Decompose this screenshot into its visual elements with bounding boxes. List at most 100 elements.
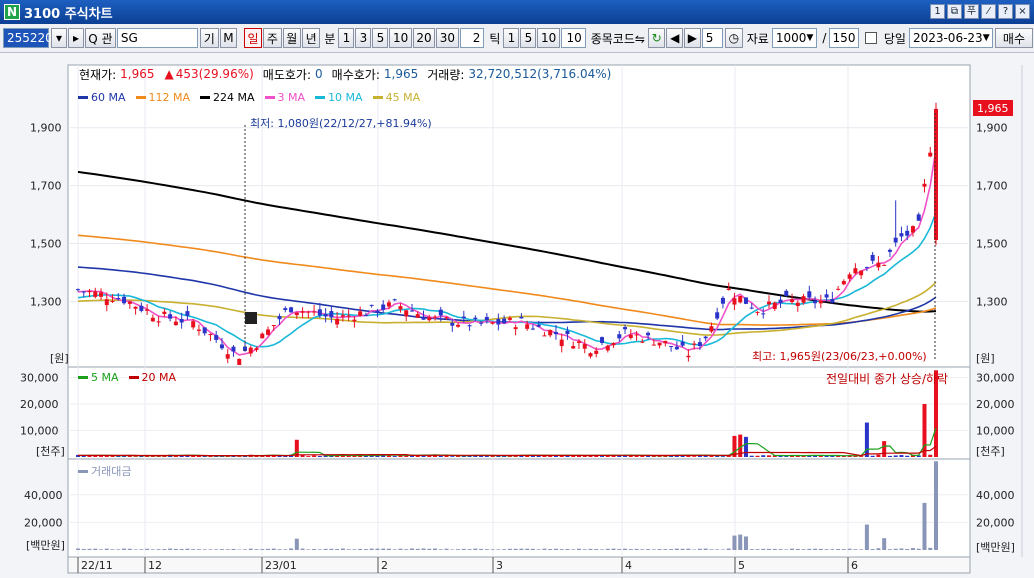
candle-body — [818, 300, 823, 304]
pin-icon[interactable]: 1 — [930, 4, 945, 19]
amount-bar — [104, 548, 109, 550]
data-count-select[interactable]: 1000 ▼ — [771, 28, 818, 48]
volume-bar — [882, 441, 887, 457]
amount-bar — [242, 549, 247, 550]
amount-bar — [611, 548, 616, 550]
amount-bar — [185, 548, 190, 550]
link-icon[interactable]: ⧉ — [947, 4, 962, 19]
candle-body — [335, 318, 340, 325]
candle-body — [260, 333, 265, 339]
close-icon[interactable]: × — [1015, 4, 1030, 19]
candle-body — [565, 330, 570, 335]
amount-bar — [294, 538, 299, 550]
volume-bar — [767, 455, 772, 457]
amount-bar — [813, 548, 818, 550]
next-arrow-icon[interactable]: ▶ — [684, 28, 701, 48]
candle-body — [266, 329, 271, 335]
period-day-button[interactable]: 일 — [243, 28, 263, 48]
candle-body — [133, 306, 138, 309]
clock-icon[interactable]: ◷ — [724, 28, 743, 48]
tick-input[interactable]: 10 — [560, 28, 586, 48]
amount-bar — [519, 548, 524, 550]
search-button[interactable]: Q 관 — [85, 28, 116, 48]
legend-label: 3 MA — [277, 91, 306, 104]
y-tick-left: 1,300 — [30, 295, 62, 308]
amount-bar — [300, 548, 305, 550]
x-tick-label: 6 — [851, 559, 858, 572]
amount-bar — [312, 549, 317, 550]
y-tick-left: 1,700 — [30, 180, 62, 193]
amount-bar — [358, 548, 363, 550]
tick-5-button[interactable]: 5 — [520, 28, 537, 48]
candle-body — [323, 313, 328, 317]
volume-bar — [450, 456, 455, 457]
chart-canvas[interactable]: 1,900 1,900 1,700 1,700 1,500 1,500 1,300 1,300… — [0, 53, 1034, 578]
minute-5-button[interactable]: 5 — [372, 28, 389, 48]
app-logo-icon: N — [4, 4, 20, 20]
period-year-button[interactable]: 년 — [302, 28, 321, 48]
help-icon[interactable]: ? — [998, 4, 1013, 19]
amount-bar — [479, 548, 484, 550]
stock-name-field[interactable]: SG — [116, 28, 199, 48]
tick-10-button[interactable]: 10 — [537, 28, 560, 48]
amount-bar — [669, 549, 674, 550]
candle-body — [836, 288, 841, 290]
candle-body — [525, 324, 530, 329]
candle-body — [876, 262, 881, 268]
candle-body — [185, 311, 190, 316]
volume-label: 거래량: — [427, 67, 465, 82]
dropdown-icon[interactable]: ▾ — [51, 28, 67, 48]
volume-bar — [709, 455, 714, 457]
amount-bar — [743, 536, 748, 550]
vol-tick-right: 10,000 — [976, 425, 1015, 438]
minute-input[interactable]: 2 — [459, 28, 485, 48]
minute-1-button[interactable]: 1 — [338, 28, 355, 48]
buy-button[interactable]: 매수 — [994, 28, 1033, 48]
volume-bar — [317, 456, 322, 457]
low-annotation: 최저: 1,080원(22/12/27,+81.94%) — [250, 117, 432, 130]
prev-arrow-icon[interactable]: ◀ — [666, 28, 684, 48]
legend-swatch — [78, 469, 88, 473]
step-input[interactable]: 5 — [701, 28, 723, 48]
amount-bar — [818, 548, 823, 550]
m-button[interactable]: M — [219, 28, 238, 48]
minute-30-button[interactable]: 30 — [436, 28, 459, 48]
legend-ma10: 10 MA — [315, 91, 363, 104]
amount-bar — [438, 549, 443, 550]
chart-panel: 1,900 1,900 1,700 1,700 1,500 1,500 1,300 1,300… — [0, 53, 1034, 578]
refresh-icon[interactable]: ↻ — [647, 28, 666, 48]
amount-bar — [352, 549, 357, 550]
candle-body — [398, 306, 403, 310]
next-icon[interactable]: ▸ — [68, 28, 84, 48]
candle-body — [893, 237, 898, 243]
candle-body — [467, 325, 472, 327]
candle-body — [404, 310, 409, 317]
legend-label: 5 MA — [91, 371, 119, 384]
today-checkbox[interactable] — [865, 32, 877, 44]
candle-body — [76, 289, 80, 291]
tick-1-button[interactable]: 1 — [503, 28, 520, 48]
amount-bar — [761, 548, 766, 550]
minute-20-button[interactable]: 20 — [412, 28, 436, 48]
amount-bar — [398, 548, 403, 550]
minimize-icon[interactable]: ⁄ — [981, 4, 996, 19]
period-week-button[interactable]: 주 — [263, 28, 282, 48]
volume-bar — [438, 455, 443, 457]
visible-count-input[interactable]: 150 — [829, 28, 860, 48]
period-month-button[interactable]: 월 — [282, 28, 301, 48]
date-picker[interactable]: 2023-06-23 ▼ — [908, 28, 993, 48]
stock-code-input[interactable]: 255220 — [3, 28, 53, 48]
bid-value: 1,965 — [383, 67, 419, 81]
candle-body — [530, 328, 535, 330]
chevron-down-icon: ▼ — [806, 33, 814, 43]
gi-button[interactable]: 기 — [200, 28, 219, 48]
minute-10-button[interactable]: 10 — [389, 28, 412, 48]
candle-body — [801, 296, 806, 303]
push-icon[interactable]: 푸 — [964, 4, 979, 19]
volume-bar — [715, 456, 720, 457]
minute-3-button[interactable]: 3 — [355, 28, 372, 48]
amount-bar — [99, 549, 104, 550]
amount-bar — [496, 549, 501, 550]
amount-bar — [559, 549, 564, 550]
amount-bar — [588, 548, 593, 550]
